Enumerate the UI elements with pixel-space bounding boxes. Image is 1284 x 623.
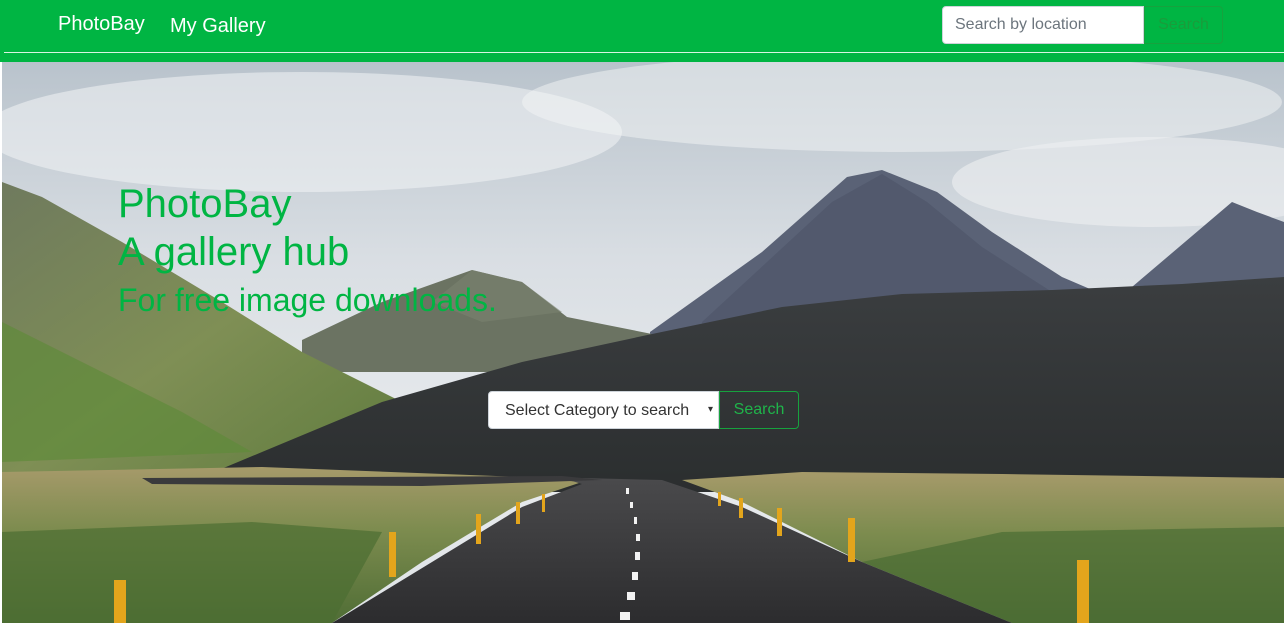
- nav-link-my-gallery[interactable]: My Gallery: [170, 14, 266, 38]
- hero-subtitle: A gallery hub: [118, 230, 350, 274]
- hero-section: PhotoBay A gallery hub For free image do…: [2, 62, 1284, 623]
- category-search-button[interactable]: Search: [719, 391, 799, 429]
- hero-background-image: [2, 62, 1284, 623]
- category-select-wrapper: Select Category to search ▾: [488, 391, 719, 429]
- hero-tagline: For free image downloads.: [118, 282, 497, 318]
- hero-title: PhotoBay: [118, 182, 292, 226]
- category-select[interactable]: Select Category to search: [489, 392, 718, 428]
- navbar-divider: [4, 52, 1284, 53]
- top-navbar: PhotoBay My Gallery Search: [0, 0, 1284, 62]
- location-search-input[interactable]: [942, 6, 1144, 44]
- location-search-button[interactable]: Search: [1144, 6, 1223, 44]
- brand-link[interactable]: PhotoBay: [58, 12, 145, 36]
